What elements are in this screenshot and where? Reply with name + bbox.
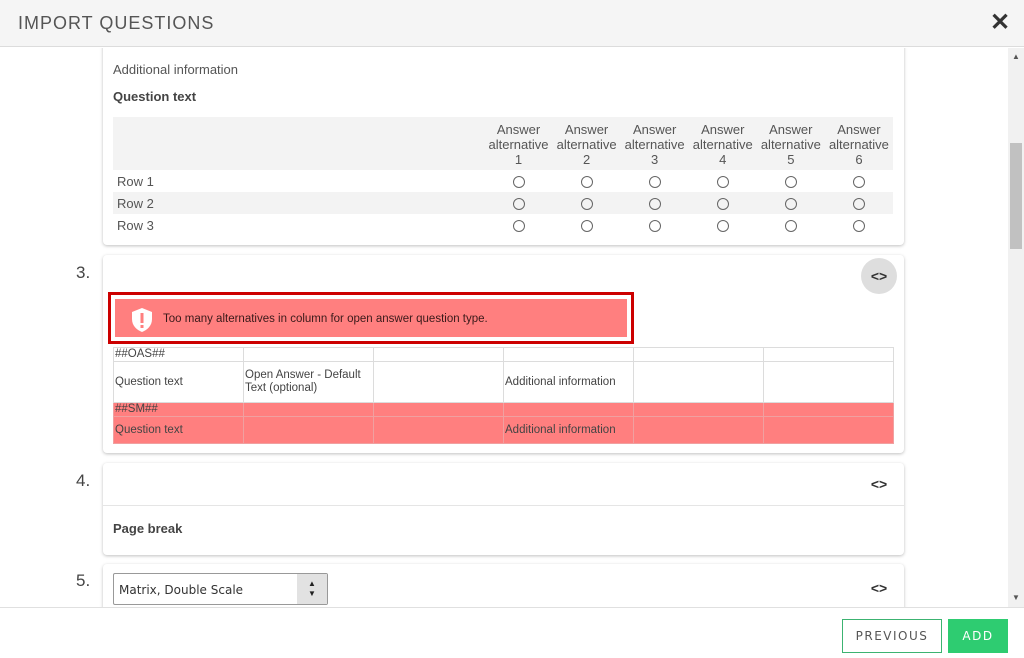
- sheet-row-error: ##SM##: [113, 402, 894, 417]
- question-card-2: Additional information Question text Ans…: [103, 48, 904, 245]
- sheet-cell: Question text: [113, 416, 244, 444]
- radio-button[interactable]: [784, 176, 797, 189]
- scroll-up-arrow-icon[interactable]: ▲: [1008, 50, 1024, 64]
- matrix-column-header: Answer alternative 3: [620, 117, 689, 170]
- radio-button[interactable]: [512, 220, 525, 233]
- modal-title: IMPORT QUESTIONS: [18, 13, 215, 33]
- select-arrows-icon[interactable]: ▲ ▼: [297, 574, 327, 604]
- matrix-row-label: Row 2: [113, 192, 485, 214]
- sheet-cell: [633, 361, 764, 403]
- question-number: 4.: [76, 471, 91, 490]
- code-icon[interactable]: <>: [861, 570, 897, 606]
- vertical-scrollbar[interactable]: ▲ ▼: [1008, 48, 1024, 607]
- radio-button[interactable]: [648, 220, 661, 233]
- matrix-row: Row 3: [113, 214, 893, 236]
- sheet-cell: [633, 402, 764, 417]
- page-break-label: Page break: [113, 521, 183, 536]
- sheet-cell: [763, 361, 894, 403]
- sheet-cell: [373, 361, 504, 403]
- radio-button[interactable]: [852, 220, 865, 233]
- radio-button[interactable]: [580, 198, 593, 211]
- add-button[interactable]: ADD: [948, 619, 1008, 653]
- radio-button[interactable]: [716, 220, 729, 233]
- error-alert: Too many alternatives in column for open…: [108, 292, 634, 344]
- question-number: 5.: [76, 571, 91, 590]
- question-card-5: Matrix, Double Scale ▲ ▼ <>: [103, 564, 904, 607]
- question-number: 3.: [76, 263, 91, 282]
- radio-button[interactable]: [512, 176, 525, 189]
- question-type-select[interactable]: Matrix, Double Scale ▲ ▼: [113, 573, 328, 605]
- sheet-cell: Additional information: [503, 416, 634, 444]
- sheet-row-error: Question text Additional information: [113, 416, 894, 444]
- radio-button[interactable]: [784, 198, 797, 211]
- sheet-row: ##OAS##: [113, 347, 894, 362]
- card-divider: [103, 505, 904, 506]
- radio-button[interactable]: [852, 198, 865, 211]
- radio-button[interactable]: [716, 176, 729, 189]
- sheet-cell: [503, 402, 634, 417]
- additional-information-label: Additional information: [113, 62, 239, 77]
- question-card-4: <> Page break: [103, 463, 904, 555]
- sheet-cell: [243, 416, 374, 444]
- matrix-row-label: Row 1: [117, 173, 154, 189]
- radio-button[interactable]: [648, 176, 661, 189]
- sheet-cell: [763, 402, 894, 417]
- matrix-row-label: Row 3: [117, 217, 154, 233]
- question-card-3: <> Too many alternatives in column for o…: [103, 255, 904, 453]
- sheet-cell: [373, 416, 504, 444]
- sheet-cell: [763, 347, 894, 362]
- question-type-value: Matrix, Double Scale: [119, 583, 244, 597]
- sheet-row: Question text Open Answer - Default Text…: [113, 361, 894, 403]
- error-alert-body: Too many alternatives in column for open…: [114, 298, 628, 338]
- sheet-cell: [763, 416, 894, 444]
- sheet-cell: [243, 402, 374, 417]
- radio-button[interactable]: [648, 198, 661, 211]
- sheet-cell: [243, 347, 374, 362]
- modal-header: IMPORT QUESTIONS ✕: [0, 0, 1024, 47]
- sheet-cell: ##OAS##: [113, 347, 244, 362]
- matrix-column-header: Answer alternative 2: [552, 117, 621, 170]
- radio-button[interactable]: [852, 176, 865, 189]
- scroll-thumb[interactable]: [1010, 143, 1022, 249]
- error-message: Too many alternatives in column for open…: [163, 313, 488, 325]
- sheet-cell: Question text: [113, 361, 244, 403]
- matrix-column-header: Answer alternative 6: [824, 117, 893, 170]
- previous-button[interactable]: PREVIOUS: [842, 619, 942, 653]
- sheet-cell: Additional information: [503, 361, 634, 403]
- matrix-corner: [113, 117, 485, 170]
- sheet-cell: Open Answer - Default Text (optional): [243, 361, 374, 403]
- matrix-row: Row 1: [113, 170, 893, 192]
- code-icon[interactable]: <>: [861, 258, 897, 294]
- spreadsheet-preview: ##OAS## Question text Open Answer - Defa…: [113, 347, 894, 444]
- sheet-cell: [373, 402, 504, 417]
- question-text-label: Question text: [113, 89, 197, 104]
- close-icon[interactable]: ✕: [988, 10, 1012, 36]
- code-icon[interactable]: <>: [861, 466, 897, 502]
- matrix-column-header: Answer alternative 5: [756, 117, 825, 170]
- radio-button[interactable]: [580, 220, 593, 233]
- matrix-column-header: Answer alternative 1: [484, 117, 553, 170]
- sheet-cell: [503, 347, 634, 362]
- shield-warning-icon: [132, 308, 152, 332]
- matrix-preview: Answer alternative 1 Answer alternative …: [113, 117, 893, 236]
- modal-footer: PREVIOUS ADD: [0, 607, 1024, 658]
- sheet-cell: [373, 347, 504, 362]
- sheet-cell: ##SM##: [113, 402, 244, 417]
- matrix-row: Row 2: [113, 192, 893, 214]
- radio-button[interactable]: [580, 176, 593, 189]
- modal-body: Additional information Question text Ans…: [0, 48, 1008, 607]
- sheet-cell: [633, 347, 764, 362]
- scroll-down-arrow-icon[interactable]: ▼: [1008, 591, 1024, 605]
- radio-button[interactable]: [512, 198, 525, 211]
- radio-button[interactable]: [784, 220, 797, 233]
- radio-button[interactable]: [716, 198, 729, 211]
- matrix-column-header: Answer alternative 4: [688, 117, 757, 170]
- sheet-cell: [633, 416, 764, 444]
